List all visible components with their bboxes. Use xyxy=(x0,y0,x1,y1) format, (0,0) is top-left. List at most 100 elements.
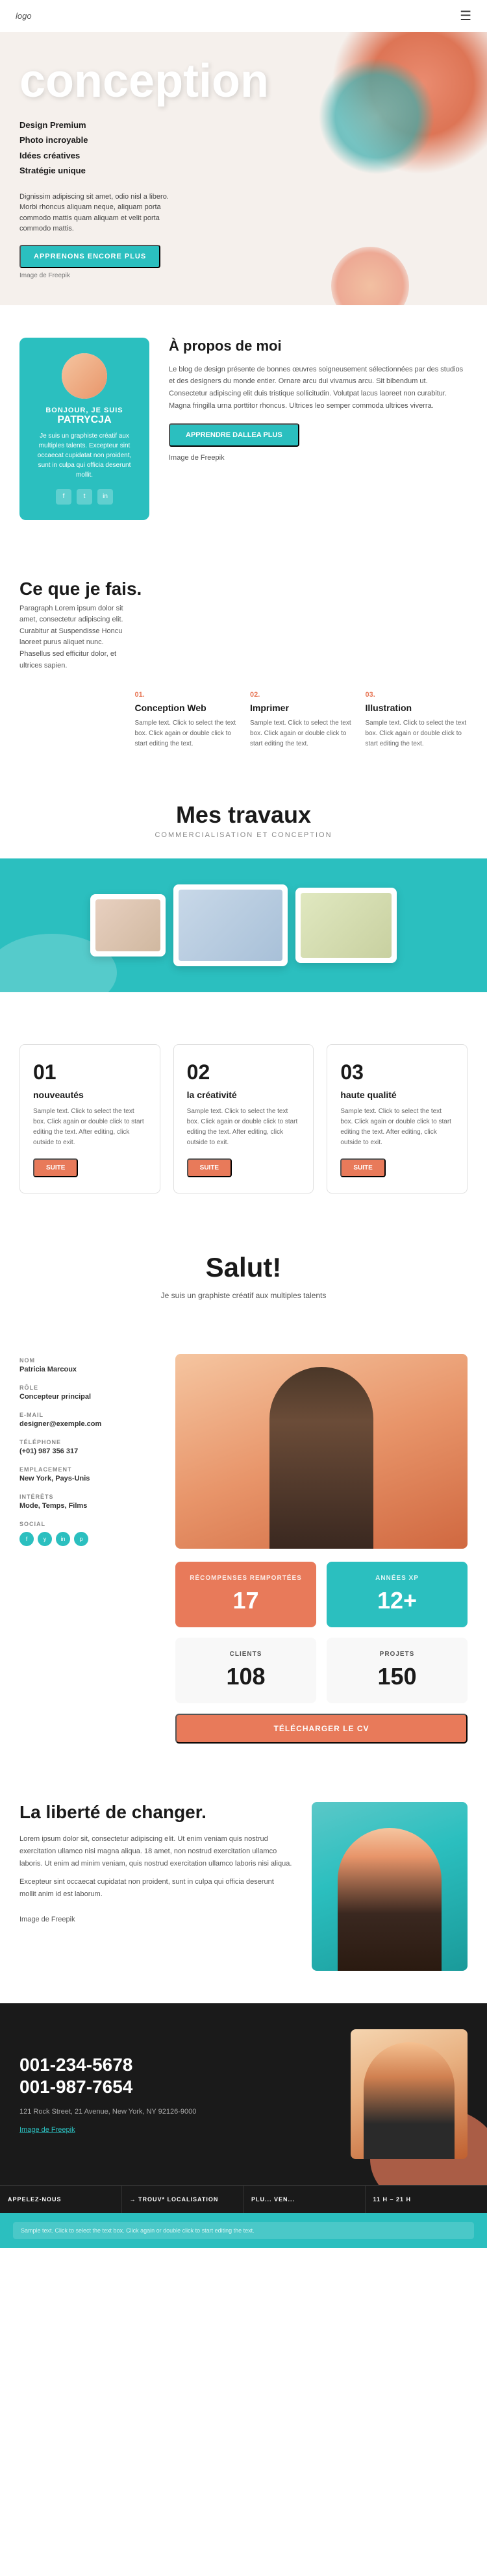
feature-card-0: 01 nouveautés Sample text. Click to sele… xyxy=(19,1044,160,1194)
feature-desc-2: Sample text. Click to select the text bo… xyxy=(340,1107,454,1148)
feature-desc-0: Sample text. Click to select the text bo… xyxy=(33,1107,147,1148)
linkedin-icon[interactable]: in xyxy=(97,489,113,505)
about-card-desc: Je suis un graphiste créatif aux multipl… xyxy=(32,431,136,480)
service-text-2: Sample text. Click to select the text bo… xyxy=(250,718,353,749)
freedom-image-caption: Image de Freepik xyxy=(19,1914,292,1926)
service-item-3: 03. Illustration Sample text. Click to s… xyxy=(366,691,468,749)
feature-2: Photo incroyable xyxy=(19,132,468,147)
freedom-content: La liberté de changer. Lorem ipsum dolor… xyxy=(19,1802,292,1932)
about-text: Le blog de design présente de bonnes œuv… xyxy=(169,364,468,412)
stat-value-years: 12+ xyxy=(337,1587,457,1614)
footer-nav-label-0: APPELEZ-NOUS xyxy=(8,2196,114,2203)
service-title-2: Imprimer xyxy=(250,703,353,713)
stats-grid: RÉCOMPENSES REMPORTÉES 17 ANNÉES XP 12+ … xyxy=(175,1562,468,1703)
stats-photo xyxy=(175,1354,468,1549)
services-section: Ce que je fais. Paragraph Lorem ipsum do… xyxy=(0,553,487,776)
stat-value-projects: 150 xyxy=(337,1663,457,1690)
services-description: Paragraph Lorem ipsum dolor sit amet, co… xyxy=(19,603,136,672)
stat-label-rewards: RÉCOMPENSES REMPORTÉES xyxy=(186,1575,306,1582)
profile-info: NOM Patricia Marcoux RÔLE Concepteur pri… xyxy=(19,1354,162,1546)
hero-image-caption: Image de Freepik xyxy=(19,272,468,279)
profile-field-social: SOCIAL f y in p xyxy=(19,1518,162,1546)
about-content: À propos de moi Le blog de design présen… xyxy=(169,338,468,476)
work-card-3[interactable] xyxy=(295,888,397,963)
profile-label-nom: NOM xyxy=(19,1357,35,1364)
about-name: PATRYCJA xyxy=(32,414,136,426)
profile-label-role: RÔLE xyxy=(19,1384,38,1391)
footer-nav-item-2[interactable]: PLU... VEN... xyxy=(244,2186,366,2213)
service-title-1: Conception Web xyxy=(135,703,238,713)
feature-desc-1: Sample text. Click to select the text bo… xyxy=(187,1107,301,1148)
stat-box-rewards: RÉCOMPENSES REMPORTÉES 17 xyxy=(175,1562,316,1627)
profile-label-social: SOCIAL xyxy=(19,1521,45,1527)
service-text-1: Sample text. Click to select the text bo… xyxy=(135,718,238,749)
profile-column: NOM Patricia Marcoux RÔLE Concepteur pri… xyxy=(19,1354,162,1744)
profile-pinterest-icon[interactable]: p xyxy=(74,1532,88,1546)
profile-value-role: Concepteur principal xyxy=(19,1393,162,1401)
contact-photo xyxy=(351,2029,468,2159)
service-num-1: 01. xyxy=(135,691,238,699)
profile-field-role: RÔLE Concepteur principal xyxy=(19,1381,162,1401)
footer-nav-label-2: PLU... VEN... xyxy=(251,2196,357,2203)
stat-label-clients: CLIENTS xyxy=(186,1651,306,1658)
service-item-0 xyxy=(19,691,122,749)
feature-btn-0[interactable]: SUITE xyxy=(33,1158,78,1177)
profile-youtube-icon[interactable]: y xyxy=(38,1532,52,1546)
service-num-2: 02. xyxy=(250,691,353,699)
about-cta-button[interactable]: APPRENDRE DALLEA PLUS xyxy=(169,423,299,447)
footer-nav-item-3[interactable]: 11 H – 21 H xyxy=(366,2186,487,2213)
stat-value-clients: 108 xyxy=(186,1663,306,1690)
stat-label-projects: PROJETS xyxy=(337,1651,457,1658)
bottom-edit-text: Sample text. Click to select the text bo… xyxy=(13,2222,474,2239)
profile-facebook-icon[interactable]: f xyxy=(19,1532,34,1546)
stat-label-years: ANNÉES XP xyxy=(337,1575,457,1582)
work-card-2[interactable] xyxy=(173,884,288,966)
feature-title-0: nouveautés xyxy=(33,1090,147,1100)
profile-value-loc: New York, Pays-Unis xyxy=(19,1475,162,1482)
hero-cta-button[interactable]: APPRENONS ENCORE PLUS xyxy=(19,245,160,268)
greeting-title: Salut! xyxy=(19,1252,468,1283)
hero-title: conception xyxy=(19,58,468,105)
freedom-title: La liberté de changer. xyxy=(19,1802,292,1823)
profile-stats-section: NOM Patricia Marcoux RÔLE Concepteur pri… xyxy=(0,1354,487,1769)
about-card: BONJOUR, JE SUIS PATRYCJA Je suis un gra… xyxy=(19,338,149,520)
profile-linkedin-icon[interactable]: in xyxy=(56,1532,70,1546)
profile-value-tel: (+01) 987 356 317 xyxy=(19,1447,162,1455)
about-socials: f t in xyxy=(32,489,136,505)
greeting-section: Salut! Je suis un graphiste créatif aux … xyxy=(0,1219,487,1354)
profile-field-email: E-MAIL designer@exemple.com xyxy=(19,1408,162,1428)
feature-num-2: 03 xyxy=(340,1060,454,1084)
work-visual xyxy=(0,858,487,992)
avatar xyxy=(62,353,107,399)
feature-btn-1[interactable]: SUITE xyxy=(187,1158,232,1177)
service-title-3: Illustration xyxy=(366,703,468,713)
work-title: Mes travaux xyxy=(0,801,487,829)
freedom-text-1: Lorem ipsum dolor sit, consectetur adipi… xyxy=(19,1833,292,1869)
stat-value-rewards: 17 xyxy=(186,1587,306,1614)
work-card-1[interactable] xyxy=(90,894,166,957)
profile-value-nom: Patricia Marcoux xyxy=(19,1366,162,1373)
service-num-3: 03. xyxy=(366,691,468,699)
logo: logo xyxy=(16,11,32,21)
about-image-caption: Image de Freepik xyxy=(169,452,468,464)
contact-address: 121 Rock Street, 21 Avenue, New York, NY… xyxy=(19,2107,331,2118)
feature-3: Idées créatives xyxy=(19,148,468,163)
hero-features: Design Premium Photo incroyable Idées cr… xyxy=(19,118,468,179)
freedom-section: La liberté de changer. Lorem ipsum dolor… xyxy=(0,1769,487,2003)
contact-info: 001-234-5678 001-987-7654 121 Rock Stree… xyxy=(19,2054,331,2135)
feature-card-1: 02 la créativité Sample text. Click to s… xyxy=(173,1044,314,1194)
facebook-icon[interactable]: f xyxy=(56,489,71,505)
download-cv-button[interactable]: TÉLÉCHARGER LE CV xyxy=(175,1714,468,1744)
menu-icon[interactable]: ☰ xyxy=(460,8,471,24)
service-item-2: 02. Imprimer Sample text. Click to selec… xyxy=(250,691,353,749)
freedom-photo xyxy=(312,1802,468,1971)
footer-nav-item-0[interactable]: APPELEZ-NOUS xyxy=(0,2186,122,2213)
footer-nav-item-1[interactable]: → TROUV* LOCALISATION xyxy=(122,2186,244,2213)
profile-value-interests: Mode, Temps, Films xyxy=(19,1502,162,1510)
feature-btn-2[interactable]: SUITE xyxy=(340,1158,385,1177)
freedom-person-silhouette xyxy=(338,1828,442,1971)
twitter-icon[interactable]: t xyxy=(77,489,92,505)
feature-4: Stratégie unique xyxy=(19,163,468,178)
about-title: À propos de moi xyxy=(169,338,468,355)
profile-field-interests: INTÉRÊTS Mode, Temps, Films xyxy=(19,1490,162,1510)
